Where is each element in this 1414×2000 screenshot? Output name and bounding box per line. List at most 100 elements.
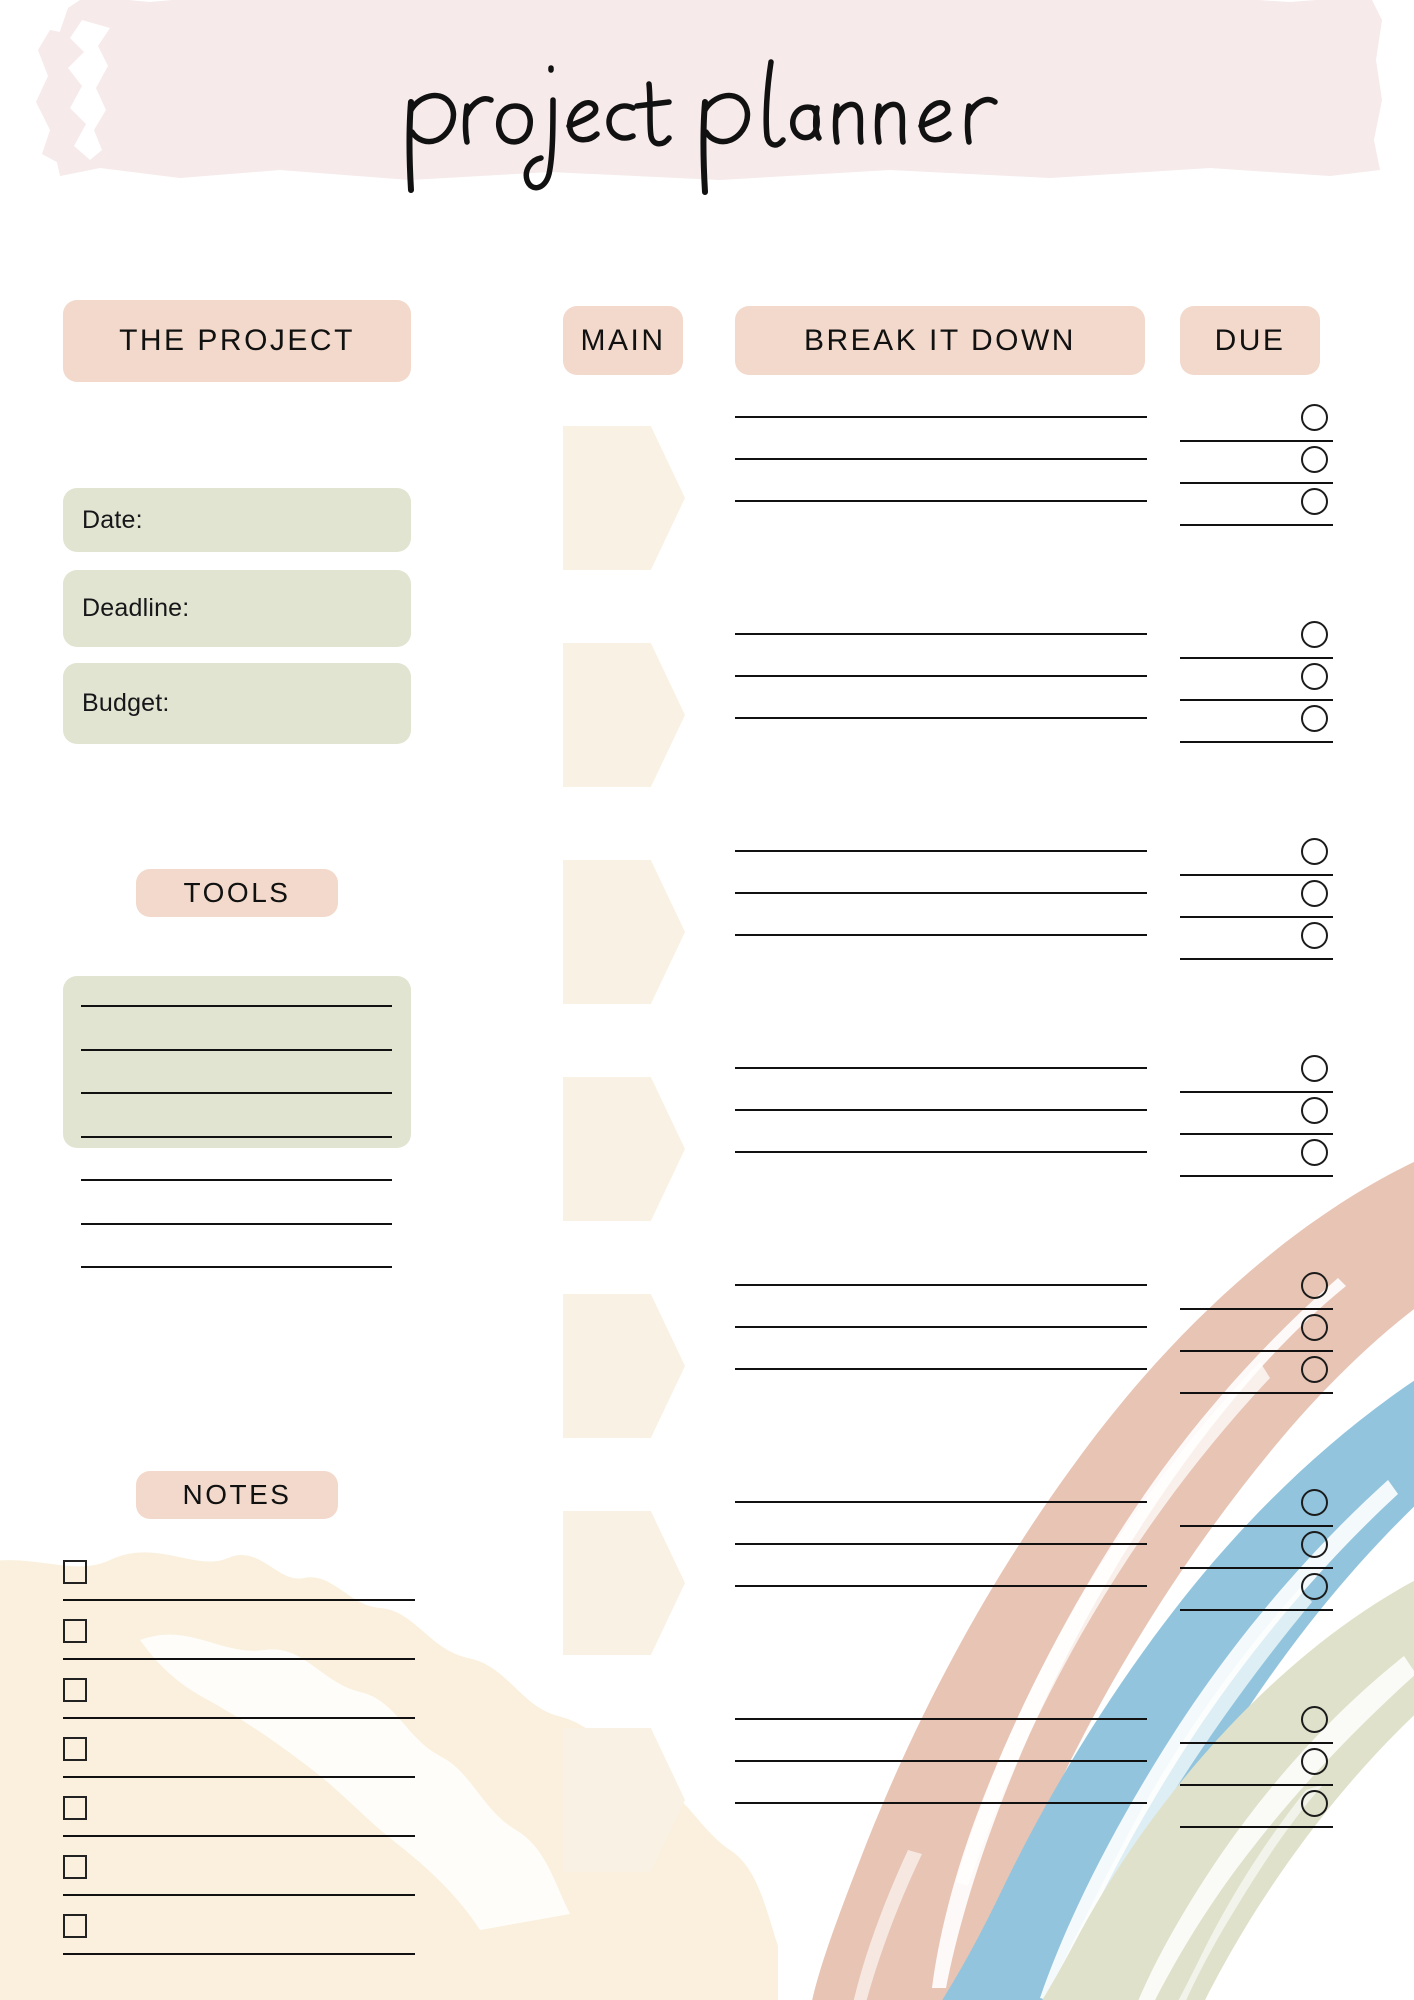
due-checkbox-circle[interactable] — [1301, 1097, 1328, 1124]
due-checkbox-circle[interactable] — [1301, 663, 1328, 690]
break-it-down-write-line[interactable] — [735, 1501, 1147, 1503]
tools-write-line[interactable] — [81, 1179, 392, 1181]
break-it-down-write-line[interactable] — [735, 1067, 1147, 1069]
tools-write-line[interactable] — [81, 1005, 392, 1007]
break-it-down-write-line[interactable] — [735, 1284, 1147, 1286]
due-write-line[interactable] — [1180, 657, 1333, 659]
due-write-line[interactable] — [1180, 916, 1333, 918]
due-checkbox-circle[interactable] — [1301, 446, 1328, 473]
note-row — [63, 1552, 415, 1611]
note-checkbox[interactable] — [63, 1619, 87, 1643]
break-it-down-write-line[interactable] — [735, 458, 1147, 460]
tools-write-line[interactable] — [81, 1048, 392, 1051]
tools-write-line[interactable] — [81, 1092, 392, 1094]
due-checkbox-circle[interactable] — [1301, 1314, 1328, 1341]
due-checkbox-circle[interactable] — [1301, 705, 1328, 732]
due-write-line[interactable] — [1180, 741, 1333, 743]
due-write-line[interactable] — [1180, 1567, 1333, 1569]
note-checkbox[interactable] — [63, 1796, 87, 1820]
due-checkbox-circle[interactable] — [1301, 1272, 1328, 1299]
break-it-down-write-line[interactable] — [735, 416, 1147, 418]
date-field[interactable]: Date: — [63, 488, 411, 552]
break-it-down-write-line[interactable] — [735, 1326, 1147, 1328]
due-write-line[interactable] — [1180, 1133, 1333, 1135]
due-checkbox-circle[interactable] — [1301, 621, 1328, 648]
task-group — [563, 1055, 1333, 1284]
due-write-line[interactable] — [1180, 524, 1333, 526]
due-write-line[interactable] — [1180, 1392, 1333, 1394]
break-it-down-write-line[interactable] — [735, 934, 1147, 936]
due-checkbox-circle[interactable] — [1301, 1139, 1328, 1166]
due-write-line[interactable] — [1180, 1350, 1333, 1352]
break-it-down-write-line[interactable] — [735, 850, 1147, 852]
note-write-line[interactable] — [63, 1599, 415, 1601]
due-write-line[interactable] — [1180, 958, 1333, 960]
due-cell — [1180, 1573, 1333, 1627]
due-write-line[interactable] — [1180, 1175, 1333, 1177]
deadline-field[interactable]: Deadline: — [63, 570, 411, 647]
main-task-pentagon[interactable] — [563, 1728, 685, 1872]
break-it-down-write-line[interactable] — [735, 1760, 1147, 1762]
break-it-down-write-line[interactable] — [735, 1543, 1147, 1545]
note-row — [63, 1611, 415, 1670]
due-write-line[interactable] — [1180, 699, 1333, 701]
due-checkbox-circle[interactable] — [1301, 922, 1328, 949]
tools-write-line[interactable] — [81, 1135, 392, 1138]
tools-write-line[interactable] — [81, 1266, 392, 1268]
due-write-line[interactable] — [1180, 1609, 1333, 1611]
note-checkbox[interactable] — [63, 1737, 87, 1761]
due-write-line[interactable] — [1180, 874, 1333, 876]
due-cells — [1180, 404, 1333, 542]
due-checkbox-circle[interactable] — [1301, 488, 1328, 515]
note-write-line[interactable] — [63, 1776, 415, 1778]
due-checkbox-circle[interactable] — [1301, 1489, 1328, 1516]
due-write-line[interactable] — [1180, 1784, 1333, 1786]
due-write-line[interactable] — [1180, 1826, 1333, 1828]
due-checkbox-circle[interactable] — [1301, 1706, 1328, 1733]
due-write-line[interactable] — [1180, 1308, 1333, 1310]
due-checkbox-circle[interactable] — [1301, 404, 1328, 431]
note-checkbox[interactable] — [63, 1855, 87, 1879]
due-checkbox-circle[interactable] — [1301, 1790, 1328, 1817]
main-task-pentagon[interactable] — [563, 1294, 685, 1438]
due-checkbox-circle[interactable] — [1301, 1356, 1328, 1383]
break-it-down-write-line[interactable] — [735, 675, 1147, 677]
break-it-down-write-line[interactable] — [735, 717, 1147, 719]
main-task-pentagon[interactable] — [563, 860, 685, 1004]
due-checkbox-circle[interactable] — [1301, 1748, 1328, 1775]
break-it-down-lines — [735, 1501, 1147, 1627]
tools-write-line[interactable] — [81, 1222, 392, 1225]
break-it-down-write-line[interactable] — [735, 892, 1147, 894]
main-task-pentagon[interactable] — [563, 1077, 685, 1221]
due-write-line[interactable] — [1180, 1742, 1333, 1744]
break-it-down-write-line[interactable] — [735, 500, 1147, 502]
note-write-line[interactable] — [63, 1894, 415, 1896]
break-it-down-write-line[interactable] — [735, 633, 1147, 635]
due-checkbox-circle[interactable] — [1301, 838, 1328, 865]
note-write-line[interactable] — [63, 1717, 415, 1719]
note-write-line[interactable] — [63, 1835, 415, 1837]
break-it-down-write-line[interactable] — [735, 1109, 1147, 1111]
main-task-pentagon[interactable] — [563, 426, 685, 570]
main-task-pentagon[interactable] — [563, 643, 685, 787]
budget-field[interactable]: Budget: — [63, 663, 411, 744]
break-it-down-write-line[interactable] — [735, 1718, 1147, 1720]
due-checkbox-circle[interactable] — [1301, 1531, 1328, 1558]
note-write-line[interactable] — [63, 1658, 415, 1660]
due-checkbox-circle[interactable] — [1301, 1055, 1328, 1082]
break-it-down-write-line[interactable] — [735, 1802, 1147, 1804]
note-checkbox[interactable] — [63, 1678, 87, 1702]
note-checkbox[interactable] — [63, 1914, 87, 1938]
break-it-down-write-line[interactable] — [735, 1151, 1147, 1153]
break-it-down-write-line[interactable] — [735, 1368, 1147, 1370]
note-write-line[interactable] — [63, 1953, 415, 1955]
note-checkbox[interactable] — [63, 1560, 87, 1584]
due-write-line[interactable] — [1180, 440, 1333, 442]
due-checkbox-circle[interactable] — [1301, 1573, 1328, 1600]
due-write-line[interactable] — [1180, 1091, 1333, 1093]
due-write-line[interactable] — [1180, 482, 1333, 484]
due-checkbox-circle[interactable] — [1301, 880, 1328, 907]
break-it-down-write-line[interactable] — [735, 1585, 1147, 1587]
due-write-line[interactable] — [1180, 1525, 1333, 1527]
main-task-pentagon[interactable] — [563, 1511, 685, 1655]
